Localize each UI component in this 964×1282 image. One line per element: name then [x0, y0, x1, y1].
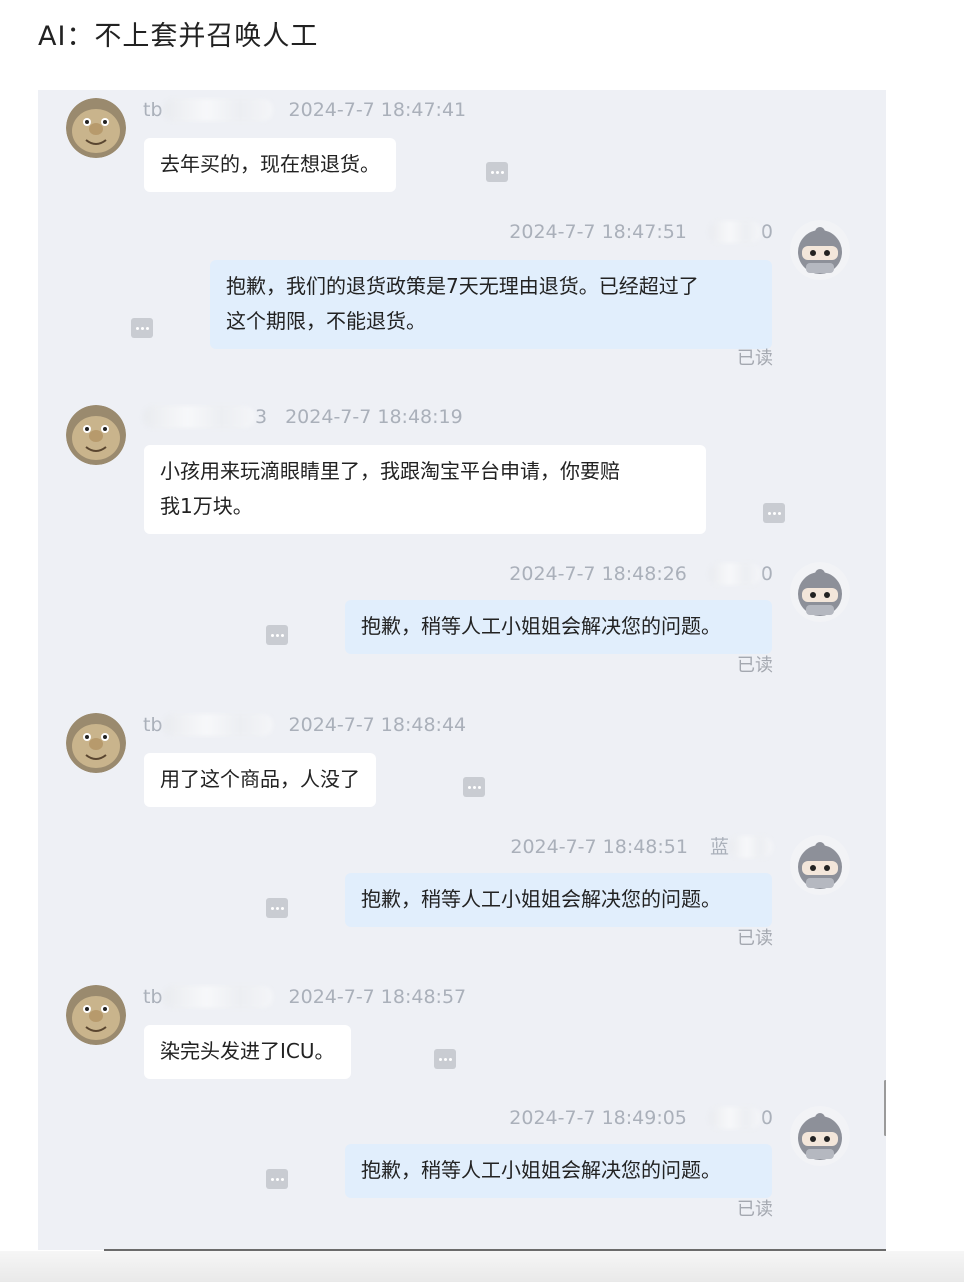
message-time: 2024-7-7 18:48:57 [288, 986, 467, 1008]
message-bubble[interactable]: 去年买的，现在想退货。 [144, 138, 396, 192]
redacted-name [162, 714, 273, 736]
redacted-name [708, 1107, 761, 1129]
chat-panel[interactable]: tb 2024-7-7 18:47:41 去年买的，现在想退货。 2024-7-7… [38, 90, 886, 1250]
page-title: AI：不上套并召唤人工 [38, 21, 319, 52]
message-bubble[interactable]: 小孩用来玩滴眼睛里了，我跟淘宝平台申请，你要赔 我1万块。 [144, 445, 706, 534]
message-meta: tb 2024-7-7 18:47:41 [143, 98, 466, 122]
message-line: 去年买的，现在想退货。 [160, 152, 380, 176]
message-meta: tb 2024-7-7 18:48:57 [143, 985, 466, 1009]
more-options-icon[interactable] [763, 503, 785, 523]
sender-name: tb [143, 99, 163, 121]
more-options-icon[interactable] [463, 777, 485, 797]
message-time: 2024-7-7 18:47:51 [509, 221, 687, 243]
customer-avatar[interactable] [66, 985, 126, 1045]
more-options-icon[interactable] [266, 898, 288, 918]
message-line: 我1万块。 [160, 494, 253, 518]
message-meta: 3 2024-7-7 18:48:19 [143, 405, 463, 429]
sender-name: 3 [255, 406, 268, 428]
message-time: 2024-7-7 18:48:19 [285, 406, 463, 428]
message-meta: tb 2024-7-7 18:48:44 [143, 713, 466, 737]
message-line: 染完头发进了ICU。 [160, 1039, 335, 1063]
message-bubble[interactable]: 染完头发进了ICU。 [144, 1025, 351, 1079]
more-options-icon[interactable] [434, 1049, 456, 1069]
message-line: 抱歉，稍等人工小姐姐会解决您的问题。 [361, 614, 721, 638]
customer-avatar[interactable] [66, 713, 126, 773]
message-time: 2024-7-7 18:47:41 [288, 99, 467, 121]
message-meta: 2024-7-7 18:48:26 0 [509, 562, 773, 586]
customer-avatar[interactable] [66, 98, 126, 158]
sender-name: 0 [760, 1107, 773, 1129]
message-meta: 2024-7-7 18:47:51 0 [509, 220, 773, 244]
message-line: 这个期限，不能退货。 [226, 309, 426, 333]
message-meta: 2024-7-7 18:49:05 0 [509, 1106, 773, 1130]
message-bubble[interactable]: 抱歉，稍等人工小姐姐会解决您的问题。 [345, 1144, 772, 1198]
message-line: 小孩用来玩滴眼睛里了，我跟淘宝平台申请，你要赔 [160, 459, 620, 483]
more-options-icon[interactable] [266, 625, 288, 645]
message-bubble[interactable]: 抱歉，稍等人工小姐姐会解决您的问题。 [345, 873, 772, 927]
sender-name: 0 [760, 563, 773, 585]
message-line: 用了这个商品，人没了 [160, 767, 360, 791]
message-line: 抱歉，稍等人工小姐姐会解决您的问题。 [361, 887, 721, 911]
agent-avatar[interactable] [790, 835, 850, 895]
message-meta: 2024-7-7 18:48:51 蓝 [510, 835, 773, 859]
sender-name: tb [143, 986, 163, 1008]
message-line: 抱歉，稍等人工小姐姐会解决您的问题。 [361, 1158, 721, 1182]
more-options-icon[interactable] [266, 1169, 288, 1189]
read-status: 已读 [737, 1199, 773, 1220]
more-options-icon[interactable] [131, 318, 153, 338]
redacted-name [162, 986, 273, 1008]
redacted-name [729, 836, 773, 858]
sender-name: tb [143, 714, 163, 736]
message-time: 2024-7-7 18:48:44 [288, 714, 467, 736]
redacted-name [162, 99, 273, 121]
agent-avatar[interactable] [790, 562, 850, 622]
message-line: 抱歉，我们的退货政策是7天无理由退货。已经超过了 [226, 274, 699, 298]
scrollbar-thumb[interactable] [884, 1080, 886, 1136]
agent-avatar[interactable] [790, 1106, 850, 1166]
redacted-name [708, 221, 761, 243]
more-options-icon[interactable] [486, 162, 508, 182]
redacted-name [143, 406, 255, 428]
sender-name: 0 [760, 221, 773, 243]
message-bubble[interactable]: 抱歉，稍等人工小姐姐会解决您的问题。 [345, 600, 772, 654]
redacted-name [708, 563, 761, 585]
message-bubble[interactable]: 用了这个商品，人没了 [144, 753, 376, 807]
message-time: 2024-7-7 18:48:51 [510, 836, 688, 858]
customer-avatar[interactable] [66, 405, 126, 465]
message-bubble[interactable]: 抱歉，我们的退货政策是7天无理由退货。已经超过了 这个期限，不能退货。 [210, 260, 772, 349]
sender-name: 蓝 [709, 836, 729, 858]
agent-avatar[interactable] [790, 220, 850, 280]
read-status: 已读 [737, 348, 773, 369]
read-status: 已读 [737, 655, 773, 676]
footer-band [0, 1251, 964, 1282]
message-time: 2024-7-7 18:48:26 [509, 563, 687, 585]
read-status: 已读 [737, 928, 773, 949]
message-time: 2024-7-7 18:49:05 [509, 1107, 687, 1129]
